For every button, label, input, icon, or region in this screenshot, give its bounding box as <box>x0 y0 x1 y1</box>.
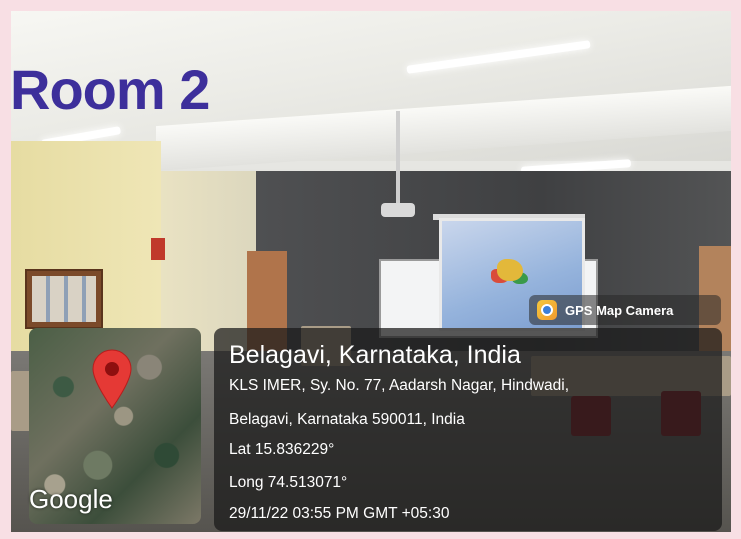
room-label: Room 2 <box>10 58 210 121</box>
fire-sign <box>151 238 165 260</box>
longitude: Long 74.513071° <box>229 474 348 491</box>
projector <box>381 203 415 217</box>
address-line-2: Belagavi, Karnataka 590011, India <box>229 411 465 428</box>
gps-map-camera-app-icon <box>537 300 557 320</box>
map-pin-icon <box>92 349 132 409</box>
gps-badge-label: GPS Map Camera <box>565 302 674 318</box>
notice-board <box>25 269 103 329</box>
timestamp: 29/11/22 03:55 PM GMT +05:30 <box>229 505 450 522</box>
address-line-1: KLS IMER, Sy. No. 77, Aadarsh Nagar, Hin… <box>229 377 570 394</box>
projector-mount <box>396 111 400 203</box>
latitude: Lat 15.836229° <box>229 441 335 458</box>
google-attribution: Google <box>29 484 113 514</box>
gps-map-camera-badge: GPS Map Camera <box>529 295 721 325</box>
location-title: Belagavi, Karnataka, India <box>229 341 521 369</box>
